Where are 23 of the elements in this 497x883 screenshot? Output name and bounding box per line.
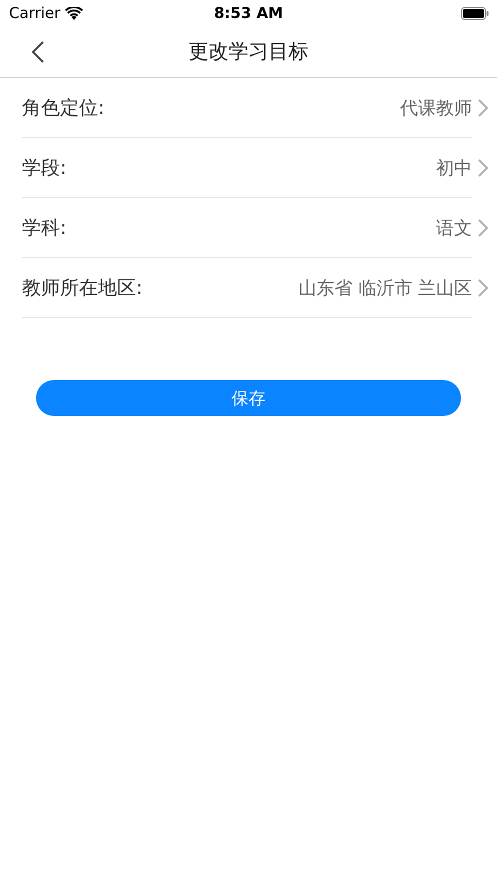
clock-time: 8:53 AM <box>214 4 284 22</box>
row-value: 代课教师 <box>400 96 472 120</box>
settings-row[interactable]: 教师所在地区: 山东省 临沂市 兰山区 <box>22 258 472 318</box>
row-value: 山东省 临沂市 兰山区 <box>298 276 472 300</box>
page-title: 更改学习目标 <box>188 38 308 65</box>
chevron-right-icon <box>478 98 488 116</box>
chevron-right-icon <box>478 218 488 236</box>
settings-row[interactable]: 学科: 语文 <box>22 198 472 258</box>
row-label: 角色定位: <box>22 96 104 120</box>
back-icon <box>32 41 44 63</box>
settings-row[interactable]: 角色定位: 代课教师 <box>22 78 472 138</box>
settings-row[interactable]: 学段: 初中 <box>22 138 472 198</box>
row-label: 教师所在地区: <box>22 276 142 300</box>
row-label: 学科: <box>22 216 66 240</box>
row-label: 学段: <box>22 156 66 180</box>
row-value: 初中 <box>436 156 472 180</box>
row-value: 语文 <box>436 216 472 240</box>
carrier-name: Carrier <box>9 4 60 22</box>
chevron-right-icon <box>478 158 488 176</box>
wifi-icon <box>65 6 84 20</box>
save-button[interactable]: 保存 <box>36 380 461 416</box>
chevron-right-icon <box>478 278 488 296</box>
battery-icon <box>461 6 489 20</box>
